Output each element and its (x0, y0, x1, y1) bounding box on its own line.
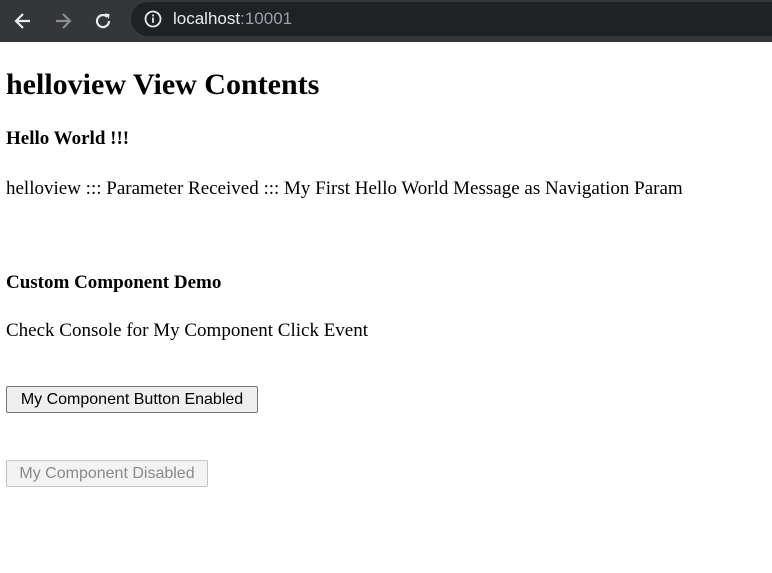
arrow-right-icon (56, 13, 72, 29)
forward-button[interactable] (48, 6, 78, 36)
page-content: helloview View Contents Hello World !!! … (0, 42, 772, 573)
browser-toolbar: localhost:10001 (0, 0, 772, 42)
page-title: helloview View Contents (6, 68, 320, 101)
component-enabled-button[interactable]: My Component Button Enabled (6, 386, 258, 413)
component-disabled-button: My Component Disabled (6, 460, 208, 487)
url-host: localhost (173, 9, 241, 28)
info-icon[interactable] (144, 10, 162, 28)
component-demo-heading: Custom Component Demo (6, 272, 222, 293)
console-hint-text: Check Console for My Component Click Eve… (6, 320, 369, 341)
hello-heading: Hello World !!! (6, 128, 130, 149)
reload-icon (95, 13, 111, 29)
parameter-text: helloview ::: Parameter Received ::: My … (6, 178, 683, 199)
url-port: :10001 (240, 9, 293, 28)
reload-button[interactable] (88, 6, 118, 36)
back-button[interactable] (8, 6, 38, 36)
arrow-left-icon (14, 13, 30, 29)
url-text[interactable]: localhost:10001 (173, 9, 292, 29)
address-bar[interactable]: localhost:10001 (131, 2, 772, 36)
